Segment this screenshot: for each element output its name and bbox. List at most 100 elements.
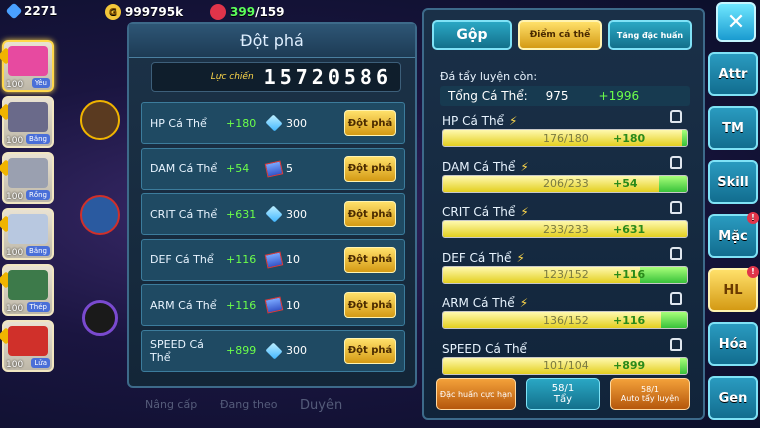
combat-power-value: 15720586 [263,65,392,89]
individual-stat-row: DAM Cá Thể ⚡ 206/233 +54 [442,155,692,200]
pet-type-tag: Thép [26,302,50,312]
extreme-training-button[interactable]: Đặc huấn cực hạn [436,378,516,410]
stat-progress-bar: 123/152 +116 [442,265,688,284]
gem-icon [265,114,283,132]
pet-slot[interactable]: 100 Yêu [0,40,54,92]
lock-icon[interactable] [670,155,682,169]
close-button[interactable]: ✕ [716,2,756,42]
tab-individual-points[interactable]: Điểm cá thể [518,20,602,50]
lightning-icon: ⚡ [519,296,529,310]
cost-amount: 300 [286,344,307,357]
wash-button[interactable]: 58/1 Tẩy [526,378,600,410]
breakthrough-row: SPEED Cá Thể +899 300 Đột phá [141,329,405,372]
lock-icon[interactable] [670,201,682,214]
lightning-icon: ⚡ [520,159,529,174]
stat-current: 136/152 [543,313,589,327]
side-tab-label: Attr [718,66,748,82]
pet-slot[interactable]: 100 Rồng [0,152,54,204]
breakthrough-row: CRIT Cá Thể +631 300 Đột phá [141,193,405,235]
stat-bonus: +116 [226,298,257,312]
pet-slot[interactable]: 100 Băng [0,208,54,260]
stat-bonus: +116 [226,253,257,266]
background-orb [82,300,118,336]
lock-icon[interactable] [670,337,682,351]
breakthrough-button[interactable]: Đột phá [344,155,396,182]
tab-special-training[interactable]: Tăng đặc huấn [608,20,692,50]
stat-name: ARM Cá Thể [442,296,515,310]
auto-wash-label: Auto tẩy luyện [620,394,680,403]
stat-name: HP Cá Thể [150,116,207,130]
cost-amount: 300 [286,207,307,221]
breakthrough-button[interactable]: Đột phá [344,337,396,364]
lightning-icon: ⚡ [509,114,518,128]
lock-icon[interactable] [670,110,682,123]
side-tab-skill[interactable]: Skill [708,160,758,204]
stat-name: DEF Cá Thể [150,253,214,266]
individual-points-panel: Gộp Điểm cá thể Tăng đặc huấn Đá tẩy luy… [422,8,705,420]
pet-slot[interactable]: 100 Lửa [0,320,54,372]
gem-icon [265,342,283,359]
side-tab-attr[interactable]: Attr [708,52,758,96]
stat-name: CRIT Cá Thể [442,205,516,219]
pet-portrait [8,102,48,132]
lock-icon[interactable] [670,292,682,305]
side-tab-hóa[interactable]: Hóa [708,322,758,366]
gold-counter: G 999795k [105,4,183,20]
book-icon [264,250,284,269]
ghost-bond-label: Duyên [300,398,343,413]
background-orb [80,100,120,140]
stat-current: 101/104 [543,359,589,372]
gem-icon [265,205,283,223]
stat-progress-bar: 136/152 +116 [442,311,688,329]
cost-amount: 10 [286,298,300,312]
stat-name: DAM Cá Thể [150,162,218,175]
stat-name: HP Cá Thể [442,114,504,128]
alert-icon: ! [747,212,759,224]
alert-icon: ! [747,266,759,278]
book-icon [264,296,284,314]
remaining-stones-label: Đá tẩy luyện còn: [440,70,538,83]
breakthrough-button[interactable]: Đột phá [344,246,396,273]
side-tab-label: Mặc [718,228,748,244]
pet-roster: 100 Yêu 100 Băng 100 Rồng 100 Băng 100 T… [0,40,60,376]
cost-amount: 10 [286,253,300,266]
side-tab-label: HL [723,282,743,298]
ghost-follow-label: Đang theo [220,398,278,411]
tab-merge[interactable]: Gộp [432,20,512,50]
auto-wash-button[interactable]: 58/1 Auto tẩy luyện [610,378,690,410]
pet-type-tag: Lửa [31,358,50,368]
side-tab-label: Skill [717,174,749,190]
side-tab-mặc[interactable]: Mặc ! [708,212,759,258]
side-tab-tm[interactable]: TM [708,106,758,150]
pet-type-tag: Băng [26,134,50,144]
combat-power-label: Lực chiến [210,72,254,82]
lock-icon[interactable] [670,246,682,260]
stat-bonus: +180 [226,116,257,130]
pet-slot[interactable]: 100 Băng [0,96,54,148]
background-orb [80,195,120,235]
stat-name: DAM Cá Thể [442,159,516,174]
gem-icon [5,2,23,20]
stat-plus: +116 [613,268,646,281]
breakthrough-button[interactable]: Đột phá [344,110,396,136]
breakthrough-button[interactable]: Đột phá [344,201,396,227]
side-tab-hl[interactable]: HL ! [708,266,759,312]
pet-slot[interactable]: 100 Thép [0,264,54,316]
stat-progress-bar: 206/233 +54 [442,174,688,193]
pet-level: 100 [6,304,24,314]
breakthrough-row: DAM Cá Thể +54 5 Đột phá [141,147,405,190]
stat-name: ARM Cá Thể [150,298,217,312]
side-tab-gen[interactable]: Gen [708,376,758,420]
stat-progress-bar: 101/104 +899 [442,356,688,375]
breakthrough-row: HP Cá Thể +180 300 Đột phá [141,102,405,144]
ghost-upgrade-label: Nâng cấp [145,398,198,411]
breakthrough-button[interactable]: Đột phá [344,292,396,318]
individual-stat-row: HP Cá Thể ⚡ 176/180 +180 [442,110,692,154]
stat-bonus: +899 [226,344,257,357]
lightning-icon: ⚡ [516,250,525,265]
cost-amount: 300 [286,116,307,130]
energy-max: /159 [255,5,285,19]
total-label: Tổng Cá Thể: [448,89,528,103]
stat-plus: +54 [613,177,638,190]
individual-stat-row: CRIT Cá Thể ⚡ 233/233 +631 [442,201,692,245]
